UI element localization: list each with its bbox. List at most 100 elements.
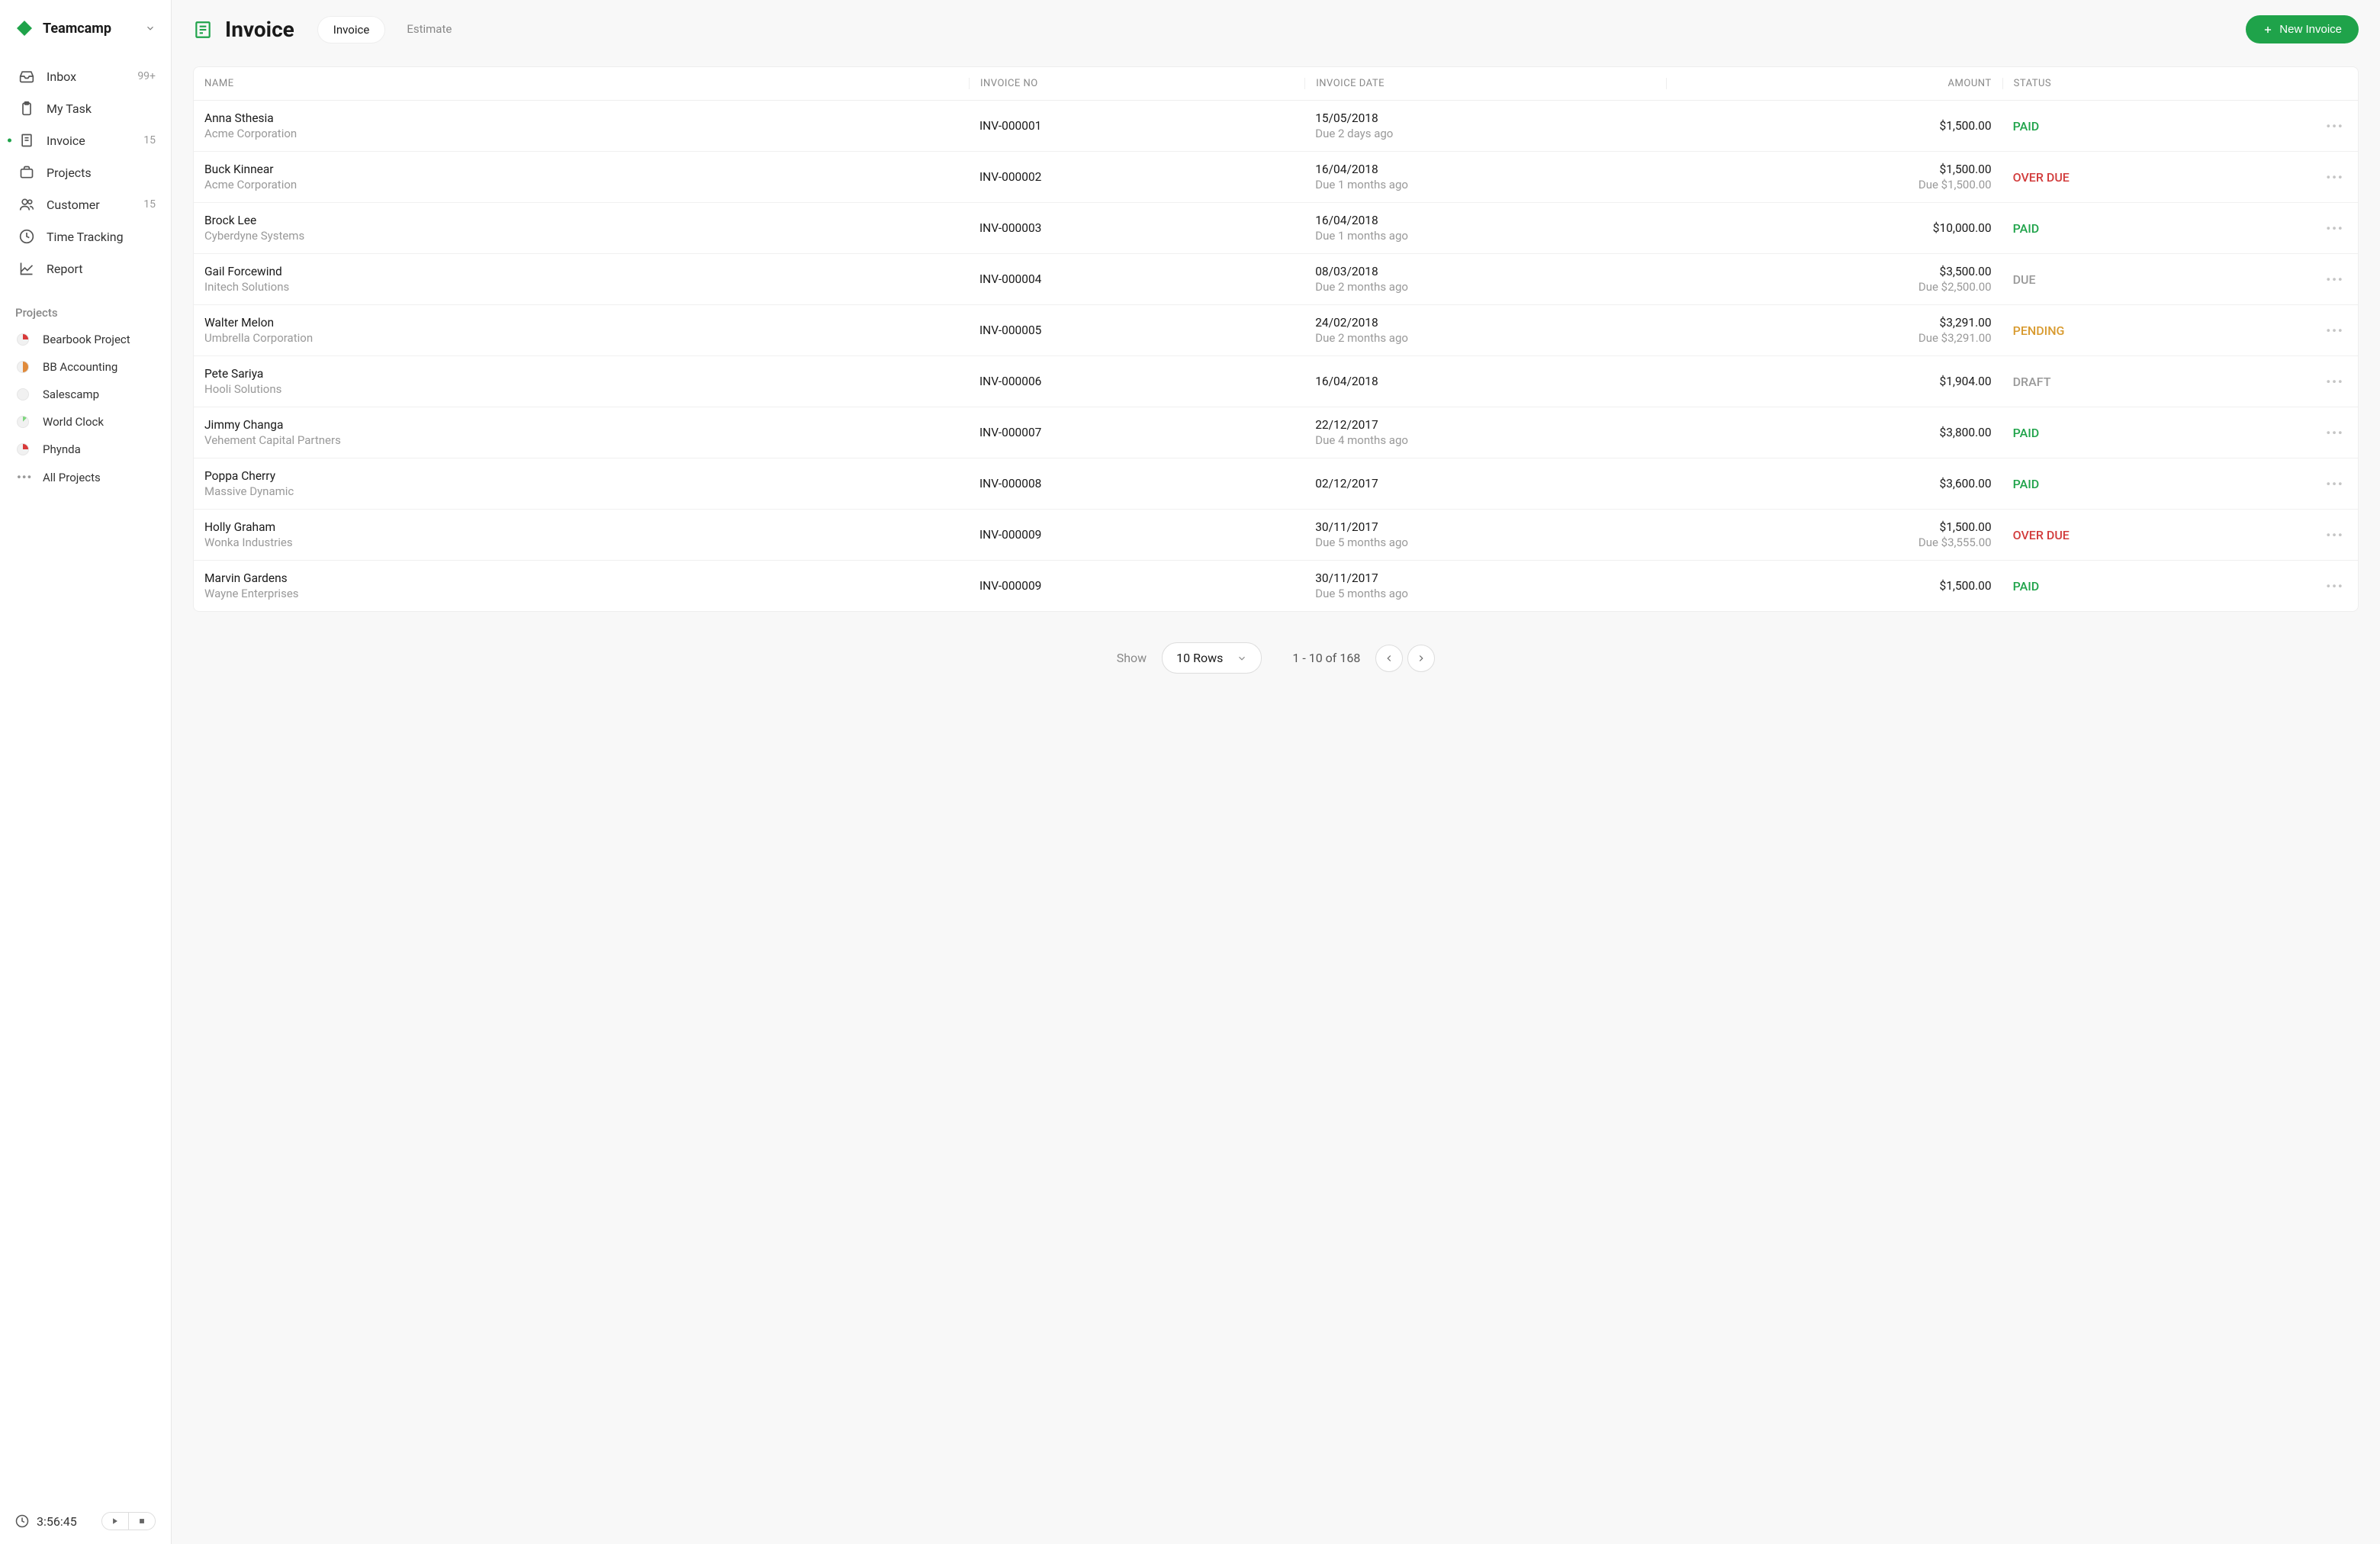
table-row[interactable]: Anna SthesiaAcme CorporationINV-00000115…	[194, 101, 2358, 152]
table-row[interactable]: Gail ForcewindInitech SolutionsINV-00000…	[194, 254, 2358, 305]
row-menu-button[interactable]: •••	[2312, 579, 2358, 593]
project-progress-icon	[17, 333, 29, 346]
table-row[interactable]: Jimmy ChangaVehement Capital PartnersINV…	[194, 407, 2358, 458]
new-invoice-button[interactable]: New Invoice	[2246, 15, 2359, 43]
col-status: STATUS	[2002, 78, 2312, 89]
cell-name: Gail ForcewindInitech Solutions	[194, 265, 969, 294]
nav-label: Report	[47, 262, 156, 276]
row-menu-button[interactable]: •••	[2312, 426, 2358, 440]
status-badge: PAID	[2013, 119, 2040, 133]
project-item[interactable]: Phynda	[0, 436, 171, 463]
cell-date: 22/12/2017Due 4 months ago	[1304, 418, 1666, 447]
projects-list: Bearbook Project BB Accounting Salescamp Wo…	[0, 326, 171, 463]
cell-date: 15/05/2018Due 2 days ago	[1304, 111, 1666, 140]
cell-status: PAID	[2002, 119, 2312, 133]
cell-amount: $3,600.00	[1666, 477, 2002, 491]
row-menu-button[interactable]: •••	[2312, 170, 2358, 185]
nav-item-my-task[interactable]: My Task	[0, 92, 171, 124]
row-menu-button[interactable]: •••	[2312, 119, 2358, 133]
cell-amount: $3,500.00Due $2,500.00	[1666, 265, 2002, 294]
project-label: Salescamp	[43, 388, 99, 401]
table-row[interactable]: Buck KinnearAcme CorporationINV-00000216…	[194, 152, 2358, 203]
show-label: Show	[1117, 651, 1147, 665]
cell-status: PAID	[2002, 221, 2312, 236]
nav-item-inbox[interactable]: Inbox99+	[0, 60, 171, 92]
invoice-table: NAME INVOICE NO INVOICE DATE AMOUNT STAT…	[193, 66, 2359, 612]
nav-item-projects[interactable]: Projects	[0, 156, 171, 188]
project-item[interactable]: BB Accounting	[0, 353, 171, 381]
all-projects-item[interactable]: ••• All Projects	[0, 463, 171, 491]
rows-per-page-select[interactable]: 10 Rows	[1162, 642, 1262, 674]
pagination: Show 10 Rows 1 - 10 of 168	[193, 612, 2359, 689]
invoice-page-icon	[193, 20, 213, 40]
col-invoice-no: INVOICE NO	[969, 78, 1304, 89]
nav-item-invoice[interactable]: Invoice15	[0, 124, 171, 156]
project-progress-icon	[17, 443, 29, 455]
next-page-button[interactable]	[1407, 645, 1435, 672]
topbar: Invoice InvoiceEstimate New Invoice	[193, 15, 2359, 43]
cell-invoice-no: INV-000003	[969, 221, 1304, 235]
cell-name: Walter MelonUmbrella Corporation	[194, 316, 969, 345]
sidebar: Teamcamp Inbox99+My TaskInvoice15Project…	[0, 0, 172, 1544]
cell-name: Buck KinnearAcme Corporation	[194, 162, 969, 191]
project-progress-icon	[17, 416, 29, 428]
prev-page-button[interactable]	[1375, 645, 1403, 672]
tab-estimate[interactable]: Estimate	[391, 16, 467, 43]
nav-item-report[interactable]: Report	[0, 253, 171, 285]
cell-name: Anna SthesiaAcme Corporation	[194, 111, 969, 140]
project-label: BB Accounting	[43, 360, 117, 374]
col-name: NAME	[194, 78, 969, 89]
table-row[interactable]: Marvin GardensWayne EnterprisesINV-00000…	[194, 561, 2358, 611]
row-menu-button[interactable]: •••	[2312, 375, 2358, 389]
cell-name: Holly GrahamWonka Industries	[194, 520, 969, 549]
cell-invoice-no: INV-000009	[969, 528, 1304, 542]
briefcase-icon	[19, 165, 34, 180]
table-row[interactable]: Walter MelonUmbrella CorporationINV-0000…	[194, 305, 2358, 356]
project-item[interactable]: Bearbook Project	[0, 326, 171, 353]
cell-amount: $3,291.00Due $3,291.00	[1666, 316, 2002, 345]
table-row[interactable]: Poppa CherryMassive DynamicINV-00000802/…	[194, 458, 2358, 510]
timer-controls	[101, 1512, 156, 1530]
page-nav	[1375, 645, 1435, 672]
row-menu-button[interactable]: •••	[2312, 221, 2358, 236]
cell-status: PAID	[2002, 477, 2312, 491]
nav-badge: 15	[143, 134, 156, 146]
timer-stop-button[interactable]	[128, 1513, 155, 1530]
nav-label: Time Tracking	[47, 230, 156, 244]
clock-icon	[19, 229, 34, 244]
nav-item-time-tracking[interactable]: Time Tracking	[0, 220, 171, 253]
nav-badge: 15	[143, 198, 156, 211]
nav-label: Customer	[47, 198, 143, 212]
chevron-down-icon[interactable]	[145, 23, 156, 34]
table-row[interactable]: Brock LeeCyberdyne SystemsINV-00000316/0…	[194, 203, 2358, 254]
table-row[interactable]: Pete SariyaHooli SolutionsINV-00000616/0…	[194, 356, 2358, 407]
nav-item-customer[interactable]: Customer15	[0, 188, 171, 220]
cell-name: Marvin GardensWayne Enterprises	[194, 571, 969, 600]
cell-status: OVER DUE	[2002, 528, 2312, 542]
tab-invoice[interactable]: Invoice	[317, 16, 386, 43]
cell-status: OVER DUE	[2002, 170, 2312, 185]
status-badge: PAID	[2013, 579, 2040, 593]
row-menu-button[interactable]: •••	[2312, 528, 2358, 542]
file-icon	[19, 133, 34, 148]
cell-date: 16/04/2018Due 1 months ago	[1304, 214, 1666, 243]
cell-date: 08/03/2018Due 2 months ago	[1304, 265, 1666, 294]
cell-status: DRAFT	[2002, 375, 2312, 389]
project-item[interactable]: World Clock	[0, 408, 171, 436]
brand[interactable]: Teamcamp	[0, 0, 171, 53]
cell-date: 30/11/2017Due 5 months ago	[1304, 571, 1666, 600]
timer-play-button[interactable]	[102, 1513, 128, 1530]
row-menu-button[interactable]: •••	[2312, 323, 2358, 338]
cell-invoice-no: INV-000005	[969, 323, 1304, 337]
chevron-down-icon	[1237, 653, 1247, 664]
cell-invoice-no: INV-000001	[969, 119, 1304, 133]
cell-amount: $3,800.00	[1666, 426, 2002, 439]
table-row[interactable]: Holly GrahamWonka IndustriesINV-00000930…	[194, 510, 2358, 561]
row-menu-button[interactable]: •••	[2312, 477, 2358, 491]
cell-amount: $10,000.00	[1666, 221, 2002, 235]
cell-invoice-no: INV-000002	[969, 170, 1304, 184]
project-item[interactable]: Salescamp	[0, 381, 171, 408]
table-header: NAME INVOICE NO INVOICE DATE AMOUNT STAT…	[194, 67, 2358, 101]
cell-date: 24/02/2018Due 2 months ago	[1304, 316, 1666, 345]
row-menu-button[interactable]: •••	[2312, 272, 2358, 287]
